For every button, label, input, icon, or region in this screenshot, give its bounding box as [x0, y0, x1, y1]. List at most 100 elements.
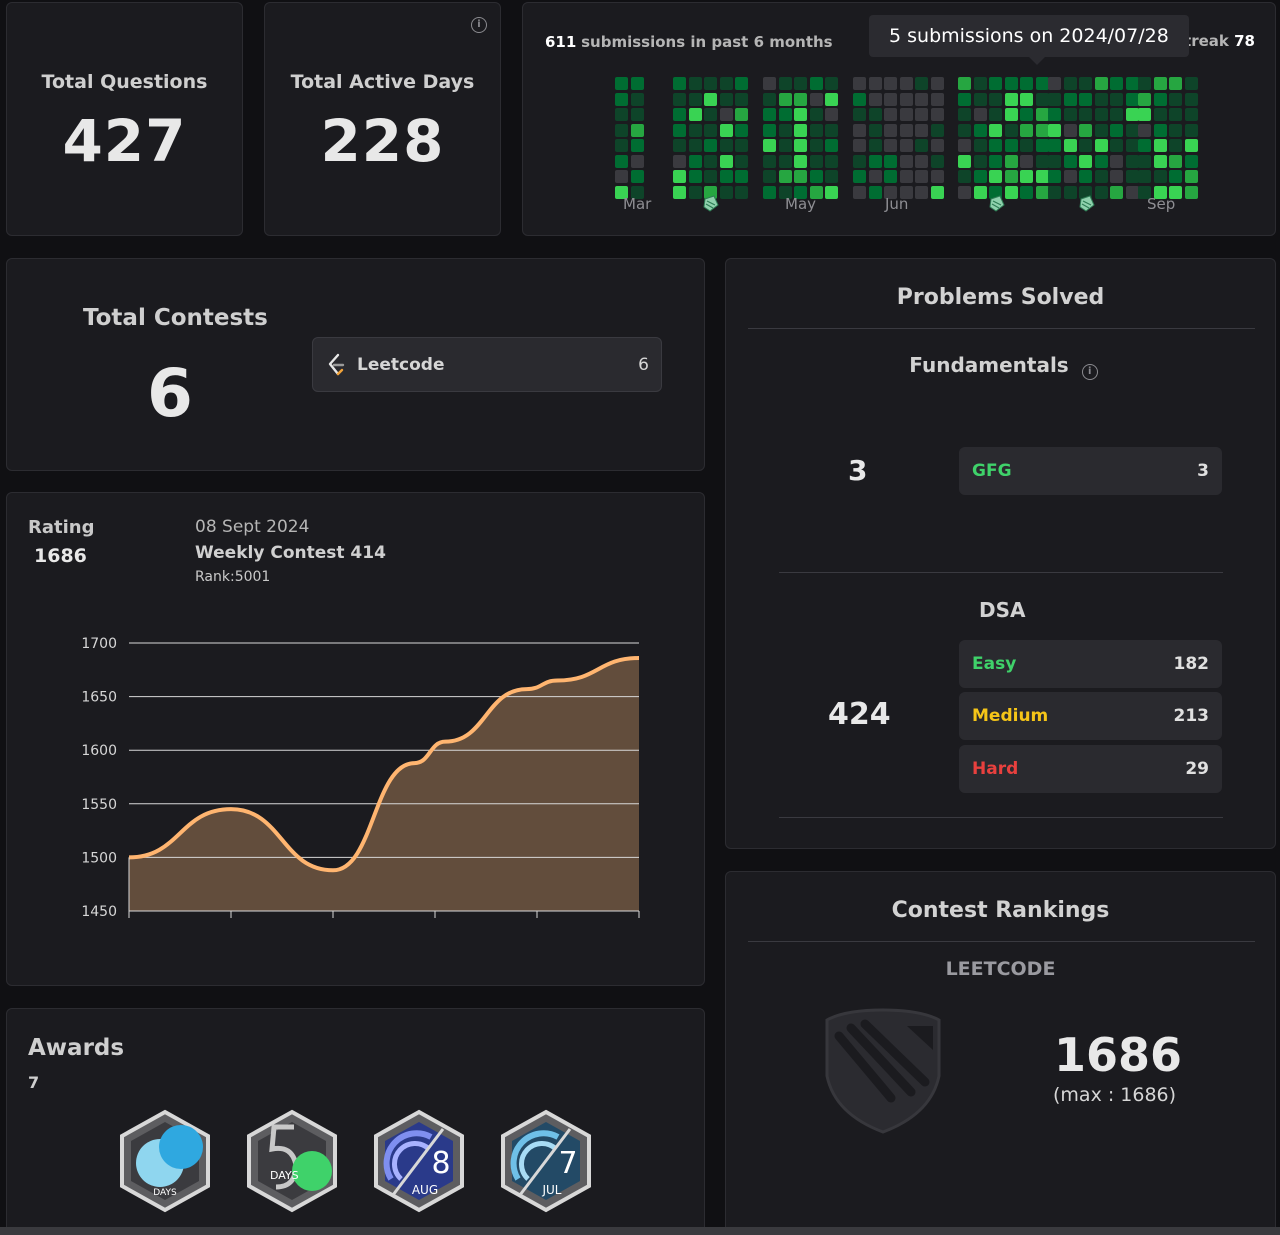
- heatmap-cell[interactable]: [884, 123, 897, 137]
- heatmap-cell[interactable]: [915, 77, 928, 90]
- heatmap-cell[interactable]: [1110, 139, 1123, 152]
- heatmap-cell[interactable]: [868, 139, 882, 152]
- heatmap-cell[interactable]: [899, 92, 913, 106]
- gfg-pill[interactable]: GFG 3: [959, 447, 1222, 495]
- heatmap-cell[interactable]: [719, 154, 733, 168]
- heatmap-cell[interactable]: [930, 170, 944, 183]
- heatmap-cell[interactable]: [1110, 108, 1123, 121]
- heatmap-cell[interactable]: [1048, 92, 1061, 106]
- heatmap-cell[interactable]: [958, 185, 971, 199]
- heatmap-cell[interactable]: [1094, 170, 1108, 183]
- heatmap-cell[interactable]: [1169, 92, 1182, 106]
- heatmap-cell[interactable]: [615, 170, 628, 183]
- heatmap-cell[interactable]: [1035, 185, 1049, 199]
- heatmap-cell[interactable]: [899, 154, 913, 168]
- heatmap-cell[interactable]: [989, 170, 1002, 183]
- heatmap-cell[interactable]: [673, 123, 686, 137]
- heatmap-cell[interactable]: [1153, 154, 1167, 168]
- heatmap-cell[interactable]: [1048, 154, 1061, 168]
- heatmap-cell[interactable]: [1079, 77, 1092, 90]
- heatmap-cell[interactable]: [1110, 123, 1123, 137]
- heatmap-cell[interactable]: [1125, 154, 1139, 168]
- heatmap-cell[interactable]: [1020, 185, 1033, 199]
- heatmap-cell[interactable]: [1004, 185, 1018, 199]
- heatmap-cell[interactable]: [1035, 123, 1049, 137]
- heatmap-cell[interactable]: [973, 139, 987, 152]
- heatmap-cell[interactable]: [973, 154, 987, 168]
- heatmap-cell[interactable]: [688, 77, 702, 90]
- heatmap-cell[interactable]: [930, 154, 944, 168]
- heatmap-cell[interactable]: [1035, 170, 1049, 183]
- heatmap-cell[interactable]: [1138, 77, 1151, 90]
- heatmap-cell[interactable]: [884, 108, 897, 121]
- heatmap-cell[interactable]: [1125, 139, 1139, 152]
- heatmap-cell[interactable]: [778, 92, 792, 106]
- heatmap-cell[interactable]: [825, 139, 838, 152]
- heatmap-cell[interactable]: [1079, 92, 1092, 106]
- heatmap-cell[interactable]: [615, 108, 628, 121]
- heatmap-cell[interactable]: [989, 154, 1002, 168]
- heatmap-cell[interactable]: [1153, 139, 1167, 152]
- heatmap-cell[interactable]: [989, 77, 1002, 90]
- heatmap-cell[interactable]: [615, 77, 628, 90]
- heatmap-cell[interactable]: [1063, 77, 1077, 90]
- heatmap-cell[interactable]: [719, 92, 733, 106]
- heatmap-cell[interactable]: [704, 92, 717, 106]
- heatmap-cell[interactable]: [1184, 123, 1198, 137]
- heatmap-cell[interactable]: [930, 185, 944, 199]
- heatmap-cell[interactable]: [778, 154, 792, 168]
- heatmap-cell[interactable]: [825, 108, 838, 121]
- heatmap-cell[interactable]: [958, 77, 971, 90]
- heatmap-cell[interactable]: [735, 108, 748, 121]
- heatmap-cell[interactable]: [809, 170, 823, 183]
- heatmap-cell[interactable]: [1063, 123, 1077, 137]
- heatmap-cell[interactable]: [884, 77, 897, 90]
- heatmap-cell[interactable]: [930, 139, 944, 152]
- heatmap-cell[interactable]: [1138, 139, 1151, 152]
- heatmap-cell[interactable]: [1020, 108, 1033, 121]
- heatmap-cell[interactable]: [1063, 170, 1077, 183]
- heatmap-cell[interactable]: [778, 123, 792, 137]
- heatmap-cell[interactable]: [688, 185, 702, 199]
- heatmap-cell[interactable]: [615, 92, 628, 106]
- 50-days-badge-icon[interactable]: DAYS: [244, 1109, 340, 1213]
- heatmap-cell[interactable]: [1048, 139, 1061, 152]
- heatmap-cell[interactable]: [809, 154, 823, 168]
- heatmap-cell[interactable]: [853, 108, 866, 121]
- heatmap-cell[interactable]: [794, 108, 807, 121]
- heatmap-cell[interactable]: [735, 92, 748, 106]
- heatmap-cell[interactable]: [1063, 154, 1077, 168]
- heatmap-cell[interactable]: [825, 154, 838, 168]
- heatmap-cell[interactable]: [958, 139, 971, 152]
- heatmap-cell[interactable]: [1004, 92, 1018, 106]
- heatmap-cell[interactable]: [915, 123, 928, 137]
- heatmap-cell[interactable]: [1110, 92, 1123, 106]
- heatmap-cell[interactable]: [1035, 92, 1049, 106]
- heatmap-cell[interactable]: [1184, 185, 1198, 199]
- heatmap-cell[interactable]: [673, 185, 686, 199]
- heatmap-cell[interactable]: [1063, 185, 1077, 199]
- heatmap-cell[interactable]: [1004, 139, 1018, 152]
- heatmap-cell[interactable]: [1004, 123, 1018, 137]
- heatmap-cell[interactable]: [1169, 123, 1182, 137]
- heatmap-cell[interactable]: [1094, 77, 1108, 90]
- heatmap-cell[interactable]: [989, 108, 1002, 121]
- heatmap-cell[interactable]: [615, 123, 628, 137]
- heatmap-cell[interactable]: [989, 139, 1002, 152]
- heatmap-cell[interactable]: [1079, 139, 1092, 152]
- heatmap-cell[interactable]: [930, 77, 944, 90]
- heatmap-cell[interactable]: [1169, 77, 1182, 90]
- heatmap-cell[interactable]: [1020, 154, 1033, 168]
- heatmap-cell[interactable]: [1004, 108, 1018, 121]
- heatmap-cell[interactable]: [973, 92, 987, 106]
- heatmap-cell[interactable]: [1125, 77, 1139, 90]
- heatmap-cell[interactable]: [673, 139, 686, 152]
- leetcode-contest-pill[interactable]: Leetcode 6: [312, 337, 662, 392]
- heatmap-cell[interactable]: [899, 139, 913, 152]
- heatmap-cell[interactable]: [719, 123, 733, 137]
- heatmap-cell[interactable]: [915, 139, 928, 152]
- heatmap-cell[interactable]: [868, 92, 882, 106]
- heatmap-cell[interactable]: [1184, 170, 1198, 183]
- heatmap-cell[interactable]: [763, 92, 776, 106]
- heatmap-cell[interactable]: [763, 185, 776, 199]
